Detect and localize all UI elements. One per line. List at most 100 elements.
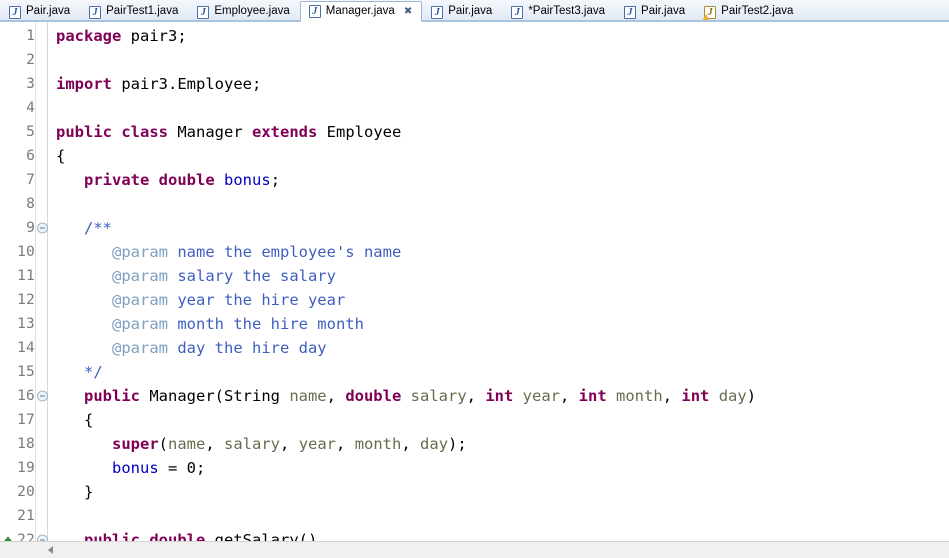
code-token-pln (56, 363, 84, 381)
code-fold-collapse-icon[interactable] (37, 222, 48, 234)
line-number-14[interactable]: 14 (0, 336, 47, 360)
java-file-icon (89, 5, 102, 19)
line-number-22[interactable]: 22 (0, 528, 48, 541)
editor-tab-label: PairTest2.java (721, 5, 794, 18)
line-number-10[interactable]: 10 (0, 240, 47, 264)
code-token-kw: public (84, 531, 140, 541)
code-line-13[interactable]: @param month the hire month (48, 312, 949, 336)
editor-tab-label: Pair.java (641, 5, 686, 18)
code-text-area[interactable]: package pair3; import pair3.Employee; pu… (48, 22, 949, 541)
code-line-9[interactable]: /** (48, 216, 949, 240)
horizontal-scrollbar[interactable] (0, 541, 949, 558)
line-number-20[interactable]: 20 (0, 480, 47, 504)
line-number-6[interactable]: 6 (0, 144, 47, 168)
code-token-pln (149, 171, 158, 189)
code-token-pln (56, 531, 84, 541)
code-line-12[interactable]: @param year the hire year (48, 288, 949, 312)
editor-tab-0[interactable]: Pair.java (0, 1, 80, 22)
code-line-22[interactable]: public double getSalary() (48, 528, 949, 541)
code-token-kw: double (149, 531, 206, 541)
line-number-21[interactable]: 21 (0, 504, 47, 528)
code-line-7[interactable]: private double bonus; (48, 168, 949, 192)
horizontal-scrollbar-track[interactable] (57, 542, 949, 558)
line-number-label: 7 (26, 172, 35, 188)
line-number-label: 1 (26, 28, 35, 44)
code-line-20[interactable]: } (48, 480, 949, 504)
line-number-label: 4 (26, 100, 35, 116)
line-number-11[interactable]: 11 (0, 264, 47, 288)
line-number-19[interactable]: 19 (0, 456, 47, 480)
line-number-label: 11 (17, 268, 35, 284)
code-line-3[interactable]: import pair3.Employee; (48, 72, 949, 96)
tab-close-icon[interactable]: ✖ (404, 6, 412, 17)
line-number-7[interactable]: 7 (0, 168, 47, 192)
code-line-10[interactable]: @param name the employee's name (48, 240, 949, 264)
editor-tab-2[interactable]: Employee.java (188, 1, 299, 22)
code-token-prm: year (522, 387, 560, 405)
code-token-pln: , (662, 387, 682, 405)
code-line-6[interactable]: { (48, 144, 949, 168)
code-line-8[interactable] (48, 192, 949, 216)
editor-tab-6[interactable]: Pair.java (615, 1, 695, 22)
code-token-pln: , (401, 435, 421, 453)
line-number-label: 21 (17, 508, 35, 524)
line-number-2[interactable]: 2 (0, 48, 47, 72)
code-line-17[interactable]: { (48, 408, 949, 432)
line-number-8[interactable]: 8 (0, 192, 47, 216)
code-line-18[interactable]: super(name, salary, year, month, day); (48, 432, 949, 456)
line-number-9[interactable]: 9 (0, 216, 48, 240)
code-line-11[interactable]: @param salary the salary (48, 264, 949, 288)
line-number-label: 9 (26, 220, 35, 236)
line-number-gutter[interactable]: 1 2 3 4 5 6 7 8 9 10 11 12 13 14 15 16 17 18 19 20 21 22 (0, 22, 48, 541)
line-number-15[interactable]: 15 (0, 360, 47, 384)
code-token-prm: day (420, 435, 449, 453)
code-token-pln: { (56, 411, 94, 429)
editor-tab-label: Manager.java (325, 4, 395, 17)
code-token-pln: , (280, 435, 299, 453)
code-token-prm: name (168, 435, 206, 453)
code-line-5[interactable]: public class Manager extends Employee (48, 120, 949, 144)
line-number-3[interactable]: 3 (0, 72, 47, 96)
line-number-13[interactable]: 13 (0, 312, 47, 336)
code-line-19[interactable]: bonus = 0; (48, 456, 949, 480)
editor-tab-7[interactable]: PairTest2.java (695, 1, 803, 22)
code-token-pln (56, 171, 84, 189)
code-token-pln (513, 387, 522, 405)
editor-tab-4[interactable]: Pair.java (422, 1, 502, 22)
code-token-pln: pair3.Employee; (112, 75, 262, 93)
editor-tab-1[interactable]: PairTest1.java (80, 1, 188, 22)
code-line-21[interactable] (48, 504, 949, 528)
code-line-15[interactable]: */ (48, 360, 949, 384)
code-token-pln (56, 387, 84, 405)
code-line-1[interactable]: package pair3; (48, 24, 949, 48)
line-number-label: 12 (17, 292, 35, 308)
code-fold-collapse-icon[interactable] (37, 390, 48, 402)
code-token-prm: salary (224, 435, 281, 453)
code-editor[interactable]: 1 2 3 4 5 6 7 8 9 10 11 12 13 14 15 16 17 18 19 20 21 22 pack… (0, 22, 949, 541)
editor-tab-3[interactable]: Manager.java ✖ (299, 1, 423, 22)
code-line-2[interactable] (48, 48, 949, 72)
code-token-fld: bonus (224, 171, 271, 189)
java-file-icon (9, 5, 21, 19)
line-number-1[interactable]: 1 (0, 24, 47, 48)
code-line-16[interactable]: public Manager(String name, double salar… (48, 384, 949, 408)
line-number-5[interactable]: 5 (0, 120, 47, 144)
scroll-left-arrow-icon[interactable] (44, 542, 57, 558)
line-number-12[interactable]: 12 (0, 288, 47, 312)
line-number-label: 22 (17, 532, 35, 541)
line-number-label: 17 (17, 412, 35, 428)
code-line-4[interactable] (48, 96, 949, 120)
code-line-14[interactable]: @param day the hire day (48, 336, 949, 360)
line-number-17[interactable]: 17 (0, 408, 47, 432)
line-number-label: 13 (17, 316, 35, 332)
code-token-pln (112, 123, 121, 141)
line-number-16[interactable]: 16 (0, 384, 48, 408)
code-token-pln: } (56, 483, 94, 501)
line-number-18[interactable]: 18 (0, 432, 47, 456)
code-token-kw: int (578, 387, 607, 405)
code-token-kw: class (121, 123, 169, 141)
code-token-pln (140, 531, 149, 541)
code-token-prm: name (289, 387, 327, 405)
line-number-4[interactable]: 4 (0, 96, 47, 120)
editor-tab-5[interactable]: *PairTest3.java (502, 1, 615, 22)
